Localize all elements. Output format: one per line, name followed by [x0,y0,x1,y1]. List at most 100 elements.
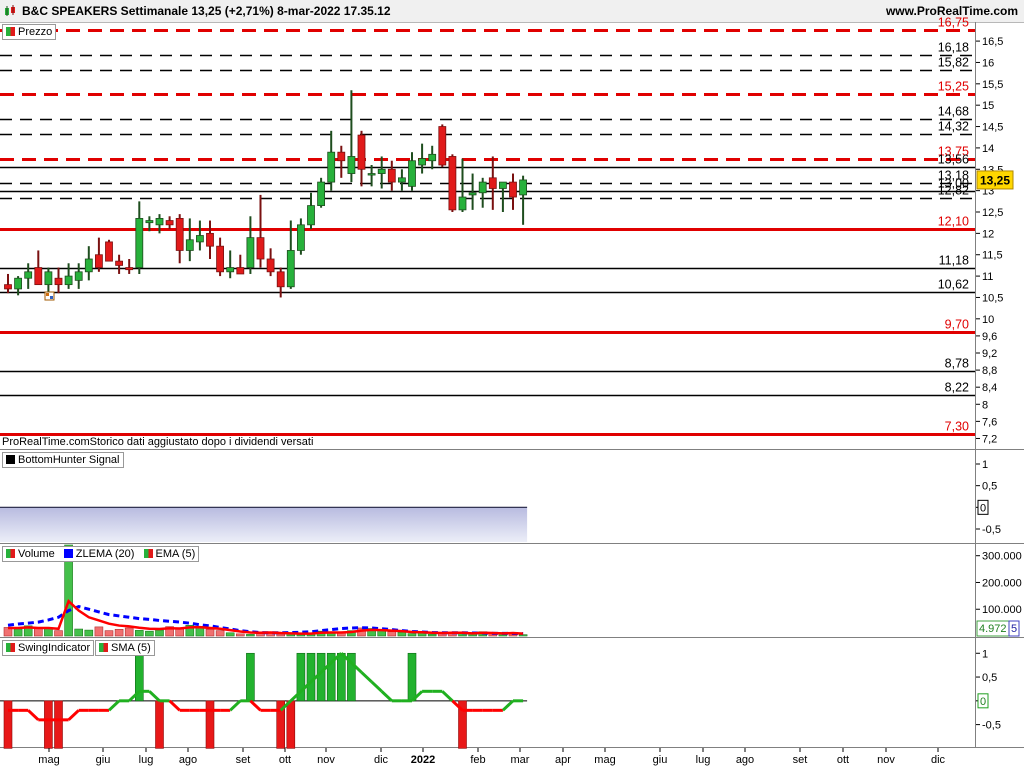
candle[interactable] [357,130,366,187]
candle-body [95,254,103,268]
price-tick-label: 8 [982,399,988,411]
candle[interactable] [74,263,83,289]
candle-body [468,192,477,196]
candle-body [246,237,255,268]
swing-sma-segment [168,699,181,712]
candle[interactable] [115,254,123,274]
swing-sma-segment [67,709,80,721]
candle[interactable] [418,143,427,174]
candle[interactable] [498,181,507,212]
candle[interactable] [236,254,245,275]
volume-label: Volume [18,548,55,560]
x-tick-label: nov [317,754,335,766]
x-tick-label: ago [179,754,197,766]
candle[interactable] [216,237,225,277]
price-tick-label: 16,5 [982,36,1003,48]
candle-body [488,177,497,189]
candle[interactable] [397,169,406,191]
level-label: 11,18 [939,254,969,268]
candle-body [519,179,527,196]
swing-sma-segment [370,680,383,693]
candle-body [54,277,63,286]
candle[interactable] [347,90,356,183]
price-legend-swatch [6,27,15,36]
event-marker-icon[interactable] [44,291,55,301]
candle[interactable] [185,218,194,262]
x-tick-label: mar [511,754,530,766]
candle[interactable] [448,154,457,212]
volume-panel-label[interactable]: Volume ZLEMA (20) EMA (5) [2,546,200,562]
candle-body [175,218,184,251]
candle[interactable] [84,246,93,281]
candle-body [397,177,406,183]
bottomhunter-legend-swatch [6,455,15,464]
swing-bar [306,652,316,702]
level-label: 9,70 [945,318,969,332]
app-root: B&C SPEAKERS Settimanale 13,25 (+2,71%) … [0,0,1024,768]
bh-tick-label: 1 [982,459,988,471]
candle[interactable] [519,175,527,225]
price-panel-label[interactable]: Prezzo [2,24,57,40]
candle-body [185,239,194,251]
candle[interactable] [408,152,416,191]
candle[interactable] [458,158,467,212]
volume-bar [74,628,83,637]
candle[interactable] [34,250,43,286]
candle-body [135,218,144,268]
candle[interactable] [266,248,275,277]
candle[interactable] [256,194,265,268]
volume-bar [518,634,528,637]
swing-bar [246,652,255,702]
candle[interactable] [478,177,487,208]
candle[interactable] [64,263,73,289]
candle-body [236,267,245,275]
candle[interactable] [125,259,134,274]
candle[interactable] [226,250,235,279]
candle[interactable] [387,160,396,191]
candle[interactable] [175,214,184,264]
candle[interactable] [317,177,326,208]
swing-sma-segment [249,699,262,712]
x-tick-label: lug [139,754,154,766]
candle[interactable] [327,130,336,191]
candle-body [478,181,487,194]
candle-body [448,156,457,211]
candle-body [155,218,164,226]
candle[interactable] [135,201,144,274]
candle[interactable] [95,237,103,272]
candle-body [4,284,12,290]
candle-body [327,151,336,183]
candle[interactable] [246,216,255,274]
vol-value-tag: 4.972 [979,623,1007,635]
swing-sma-segment [380,690,393,702]
x-tick-label: feb [470,754,485,766]
candle[interactable] [438,124,447,168]
candle[interactable] [4,273,12,294]
candle-body [498,181,507,189]
swing-panel-label[interactable]: SwingIndicator [2,640,95,656]
volume-bar [215,630,225,637]
candle[interactable] [24,263,33,289]
swing-label: SwingIndicator [18,642,91,654]
candle[interactable] [165,216,174,230]
swing-sma-label-box[interactable]: SMA (5) [95,640,155,656]
candle[interactable] [54,267,63,294]
vol-tick-label: 200.000 [982,577,1022,589]
level-label: 15,82 [938,56,969,70]
candle[interactable] [488,156,497,210]
candle[interactable] [509,173,517,210]
candle[interactable] [105,239,113,262]
candle[interactable] [337,145,346,178]
price-tick-label: 9,2 [982,348,997,360]
candle[interactable] [206,220,214,259]
candle-body [216,245,225,273]
level-label: 12,10 [938,215,969,229]
candle[interactable] [296,218,305,255]
candle-body [307,205,315,226]
candle-body [44,271,53,286]
volume-bar [276,633,286,637]
candle[interactable] [195,220,204,251]
candle[interactable] [428,145,437,170]
bh-tick-label: -0,5 [982,524,1001,536]
bottomhunter-panel-label[interactable]: BottomHunter Signal [2,452,124,468]
